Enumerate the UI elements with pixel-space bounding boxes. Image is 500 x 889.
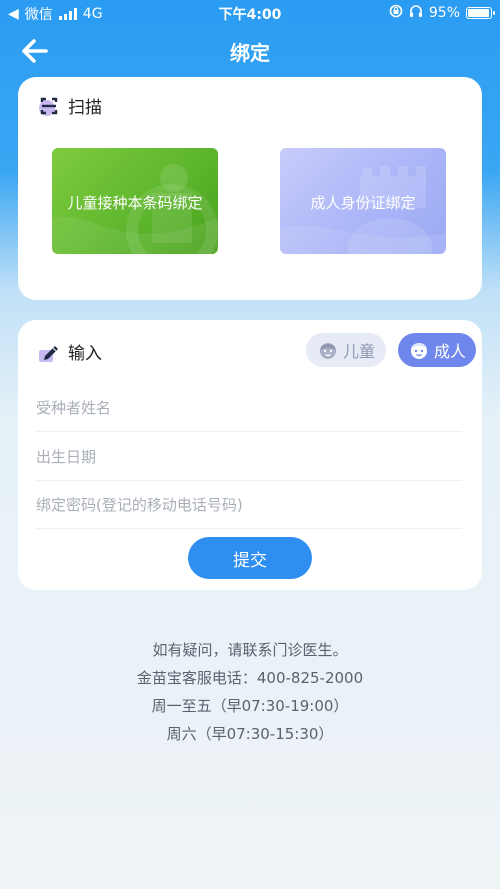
battery-percent: 95%	[428, 5, 460, 21]
rotation-lock-icon	[389, 4, 403, 22]
scan-section-title: 扫描	[68, 98, 102, 118]
password-input[interactable]	[36, 481, 462, 528]
scan-card: 扫描 儿童接种本条码绑定 成人身份证绑定	[18, 77, 482, 300]
scan-section-header: 扫描	[38, 93, 102, 118]
adult-id-bind-tile[interactable]: 成人身份证绑定	[280, 148, 446, 254]
adult-tile-label: 成人身份证绑定	[310, 194, 416, 212]
help-line-saturday-hours: 周六（早07:30-15:30）	[166, 725, 334, 743]
scan-icon	[38, 95, 60, 117]
status-bar: ◀ 微信 4G 下午4:00 95%	[0, 0, 500, 26]
toggle-adult-label: 成人	[433, 342, 466, 361]
birthdate-field	[36, 433, 462, 481]
pencil-icon	[38, 341, 60, 363]
help-info: 如有疑问，请联系门诊医生。 金苗宝客服电话：400-825-2000 周一至五（…	[0, 636, 500, 748]
birthdate-input[interactable]	[36, 433, 462, 480]
headphones-icon	[409, 4, 423, 22]
name-field	[36, 384, 462, 432]
input-section-header: 输入	[38, 339, 102, 364]
toggle-child-label: 儿童	[342, 342, 375, 361]
battery-icon	[466, 7, 495, 19]
input-section-title: 输入	[68, 344, 102, 364]
input-card: 输入 儿童 成人 提交	[18, 320, 482, 590]
toggle-adult-button[interactable]: 成人	[398, 333, 476, 367]
help-line-contact: 如有疑问，请联系门诊医生。	[152, 641, 348, 659]
password-field	[36, 481, 462, 529]
name-input[interactable]	[36, 384, 462, 431]
submit-button[interactable]: 提交	[188, 537, 312, 579]
child-barcode-bind-tile[interactable]: 儿童接种本条码绑定	[52, 148, 218, 254]
page-title: 绑定	[230, 41, 270, 65]
adult-face-icon	[410, 343, 427, 359]
help-line-hotline: 金苗宝客服电话：400-825-2000	[136, 669, 364, 687]
help-line-weekday-hours: 周一至五（早07:30-19:00）	[151, 697, 349, 715]
nav-bar: 绑定	[0, 26, 500, 74]
status-right: 95%	[389, 4, 495, 22]
child-face-icon	[319, 343, 336, 359]
toggle-child-button[interactable]: 儿童	[306, 333, 386, 367]
child-tile-label: 儿童接种本条码绑定	[67, 194, 203, 212]
